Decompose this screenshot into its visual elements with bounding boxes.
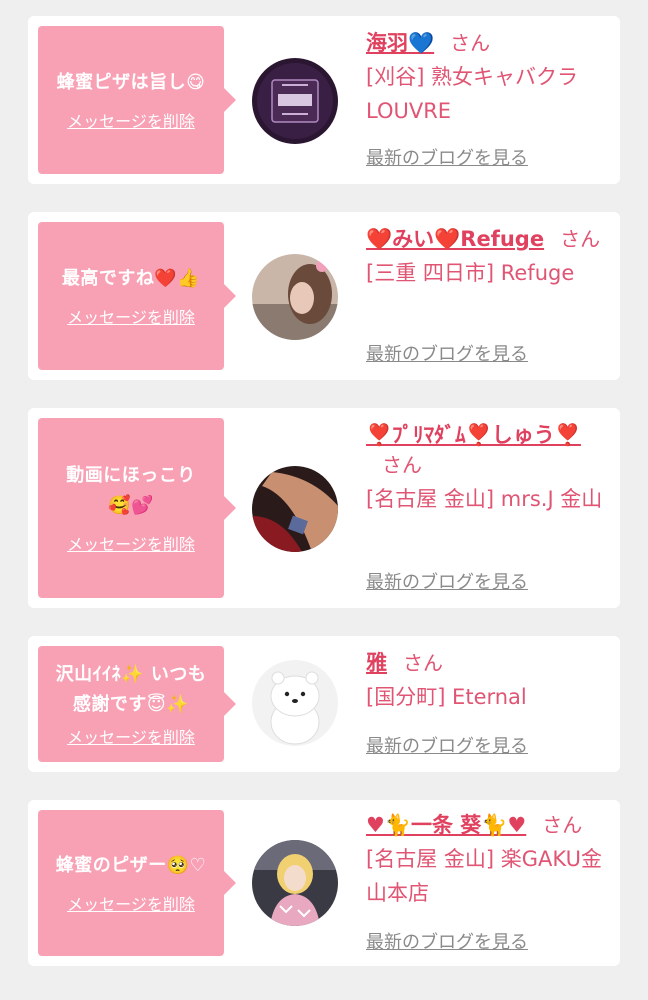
sender-info: ❤️みい❤️Refuge さん [三重 四日市] Refuge [366, 224, 606, 290]
delete-message-link[interactable]: メッセージを削除 [67, 308, 195, 328]
avatar[interactable] [252, 58, 338, 144]
sender-info: 雅さん [国分町] Eternal [366, 648, 606, 714]
message-card: 動画にほっこり🥰💕 メッセージを削除 ❣️ﾌﾟﾘﾏﾀﾞﾑ❣️しゅう❣️ さん [名… [28, 408, 620, 608]
honorific: さん [542, 813, 583, 837]
message-list: 蜂蜜ピザは旨し😋 メッセージを削除 海羽💙 さん [刈谷] 熟女キャバクラLOUV… [0, 0, 648, 1000]
latest-blog-link[interactable]: 最新のブログを見る [366, 144, 528, 170]
sender-info: ♥🐈一条 葵🐈♥ さん [名古屋 金山] 楽GAKU金山本店 [366, 810, 606, 910]
message-text: 蜂蜜ピザは旨し😋 [56, 72, 206, 93]
white-bear-avatar [252, 660, 338, 746]
message-card: 沢山ｲｲﾈ✨ いつも感謝です😇✨ メッセージを削除 雅さん [国分町] Eter… [28, 636, 620, 772]
message-card: 最高ですね❤️👍 メッセージを削除 ❤️みい❤️Refuge さん [三重 四日市… [28, 212, 620, 380]
sender-info: 海羽💙 さん [刈谷] 熟女キャバクラLOUVRE [366, 28, 606, 128]
latest-blog-link[interactable]: 最新のブログを見る [366, 568, 528, 594]
legs-photo-avatar [252, 466, 338, 552]
message-bubble: 沢山ｲｲﾈ✨ いつも感謝です😇✨ メッセージを削除 [38, 646, 236, 762]
louvre-logo-avatar [252, 58, 338, 144]
woman-photo-avatar [252, 254, 338, 340]
message-text: 最高ですね❤️👍 [61, 268, 201, 289]
latest-blog-link[interactable]: 最新のブログを見る [366, 928, 528, 954]
shop-name: [刈谷] 熟女キャバクラLOUVRE [366, 65, 579, 123]
honorific: さん [403, 651, 443, 675]
avatar[interactable] [252, 660, 338, 746]
avatar[interactable] [252, 466, 338, 552]
delete-message-link[interactable]: メッセージを削除 [67, 535, 195, 555]
honorific: さん [382, 453, 422, 477]
honorific: さん [560, 227, 601, 251]
delete-message-link[interactable]: メッセージを削除 [67, 895, 195, 915]
sender-info: ❣️ﾌﾟﾘﾏﾀﾞﾑ❣️しゅう❣️ さん [名古屋 金山] mrs.J 金山 [366, 420, 606, 516]
sender-name[interactable]: 雅 [366, 651, 387, 675]
shop-name: [三重 四日市] Refuge [366, 261, 575, 285]
sender-name[interactable]: 海羽💙 [366, 31, 434, 55]
avatar[interactable] [252, 840, 338, 926]
honorific: さん [450, 31, 491, 55]
delete-message-link[interactable]: メッセージを削除 [67, 112, 195, 132]
message-text: 蜂蜜のピザー🥺♡ [55, 855, 207, 876]
message-bubble: 蜂蜜のピザー🥺♡ メッセージを削除 [38, 810, 236, 956]
sender-name[interactable]: ❤️みい❤️Refuge [366, 227, 544, 251]
shop-name: [名古屋 金山] 楽GAKU金山本店 [366, 847, 602, 905]
shop-name: [国分町] Eternal [366, 685, 527, 709]
sender-name[interactable]: ❣️ﾌﾟﾘﾏﾀﾞﾑ❣️しゅう❣️ [366, 423, 581, 447]
message-bubble: 動画にほっこり🥰💕 メッセージを削除 [38, 418, 236, 598]
avatar[interactable] [252, 254, 338, 340]
latest-blog-link[interactable]: 最新のブログを見る [366, 732, 528, 758]
sender-name[interactable]: ♥🐈一条 葵🐈♥ [366, 813, 526, 837]
girl-photo-avatar [252, 840, 338, 926]
message-text: 動画にほっこり🥰💕 [66, 465, 196, 516]
shop-name: [名古屋 金山] mrs.J 金山 [366, 487, 603, 511]
message-bubble: 蜂蜜ピザは旨し😋 メッセージを削除 [38, 26, 236, 174]
message-card: 蜂蜜ピザは旨し😋 メッセージを削除 海羽💙 さん [刈谷] 熟女キャバクラLOUV… [28, 16, 620, 184]
message-card: 蜂蜜のピザー🥺♡ メッセージを削除 ♥🐈一条 葵🐈♥ さん [名古屋 金山] 楽G… [28, 800, 620, 966]
message-text: 沢山ｲｲﾈ✨ いつも感謝です😇✨ [55, 664, 207, 715]
delete-message-link[interactable]: メッセージを削除 [67, 728, 195, 748]
latest-blog-link[interactable]: 最新のブログを見る [366, 340, 528, 366]
message-bubble: 最高ですね❤️👍 メッセージを削除 [38, 222, 236, 370]
